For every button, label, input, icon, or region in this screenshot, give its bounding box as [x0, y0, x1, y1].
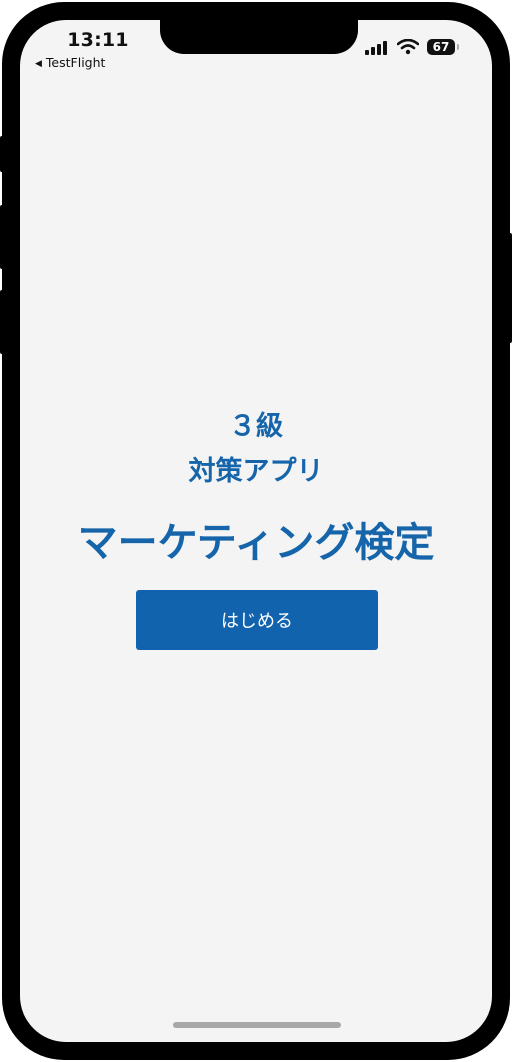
start-button[interactable]: はじめる	[136, 590, 378, 650]
camera-notch	[160, 20, 358, 54]
back-to-app-link[interactable]: ◀ TestFlight	[35, 55, 105, 70]
app-screen: 13:11 ◀ TestFlight 67 ３級 対策アプリ マーケティング検定…	[20, 20, 492, 1042]
status-icons: 67	[365, 39, 465, 57]
phone-mockup: 13:11 ◀ TestFlight 67 ３級 対策アプリ マーケティング検定…	[0, 0, 512, 1062]
app-title: マーケティング検定	[77, 520, 435, 566]
wifi-icon	[397, 39, 419, 55]
grade-label: ３級	[229, 411, 283, 442]
back-arrow-icon: ◀	[35, 59, 42, 69]
cellular-signal-icon	[365, 41, 387, 55]
home-indicator[interactable]	[173, 1022, 341, 1028]
subtitle-label: 対策アプリ	[188, 456, 324, 487]
battery-tip	[457, 44, 459, 50]
back-app-label: TestFlight	[45, 55, 106, 70]
battery-icon: 67	[427, 39, 455, 55]
status-time: 13:11	[67, 29, 129, 51]
phone-frame: 13:11 ◀ TestFlight 67 ３級 対策アプリ マーケティング検定…	[2, 2, 510, 1060]
